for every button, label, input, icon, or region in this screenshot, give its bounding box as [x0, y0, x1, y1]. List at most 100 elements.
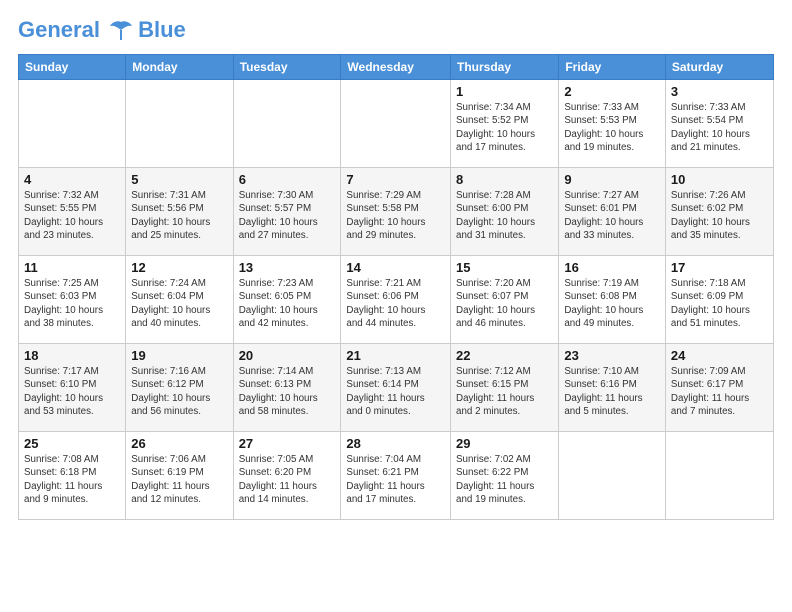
- day-number: 13: [239, 260, 336, 275]
- day-info: Sunrise: 7:04 AM Sunset: 6:21 PM Dayligh…: [346, 453, 445, 506]
- day-number: 19: [131, 348, 227, 363]
- day-info: Sunrise: 7:21 AM Sunset: 6:06 PM Dayligh…: [346, 277, 445, 330]
- week-row-0: 1 Sunrise: 7:34 AM Sunset: 5:52 PM Daylig…: [19, 80, 774, 168]
- calendar-cell: 11Sunrise: 7:25 AM Sunset: 6:03 PM Dayli…: [19, 256, 126, 344]
- calendar-cell: 28 Sunrise: 7:04 AM Sunset: 6:21 PM Dayli…: [341, 432, 451, 520]
- day-info: Sunrise: 7:14 AM Sunset: 6:13 PM Dayligh…: [239, 365, 336, 418]
- day-info: Sunrise: 7:08 AM Sunset: 6:18 PM Dayligh…: [24, 453, 120, 506]
- calendar-cell: 16 Sunrise: 7:19 AM Sunset: 6:08 PM Dayli…: [559, 256, 666, 344]
- calendar-cell: 4 Sunrise: 7:32 AM Sunset: 5:55 PM Daylig…: [19, 168, 126, 256]
- day-number: 8: [456, 172, 553, 187]
- day-info: Sunrise: 7:06 AM Sunset: 6:19 PM Dayligh…: [131, 453, 227, 506]
- day-number: 24: [671, 348, 768, 363]
- weekday-header-saturday: Saturday: [665, 55, 773, 80]
- weekday-header-wednesday: Wednesday: [341, 55, 451, 80]
- day-number: 18: [24, 348, 120, 363]
- day-info: Sunrise: 7:23 AM Sunset: 6:05 PM Dayligh…: [239, 277, 336, 330]
- calendar-cell: 9Sunrise: 7:27 AM Sunset: 6:01 PM Daylig…: [559, 168, 666, 256]
- day-info: Sunrise: 7:29 AM Sunset: 5:58 PM Dayligh…: [346, 189, 445, 242]
- weekday-header-row: SundayMondayTuesdayWednesdayThursdayFrid…: [19, 55, 774, 80]
- calendar-cell: 15 Sunrise: 7:20 AM Sunset: 6:07 PM Dayli…: [451, 256, 559, 344]
- calendar-cell: 8 Sunrise: 7:28 AM Sunset: 6:00 PM Daylig…: [451, 168, 559, 256]
- day-number: 21: [346, 348, 445, 363]
- calendar-cell: 7 Sunrise: 7:29 AM Sunset: 5:58 PM Daylig…: [341, 168, 451, 256]
- day-number: 17: [671, 260, 768, 275]
- day-number: 7: [346, 172, 445, 187]
- week-row-3: 18 Sunrise: 7:17 AM Sunset: 6:10 PM Dayli…: [19, 344, 774, 432]
- day-number: 2: [564, 84, 660, 99]
- calendar-cell: 23 Sunrise: 7:10 AM Sunset: 6:16 PM Dayli…: [559, 344, 666, 432]
- calendar-cell: 19 Sunrise: 7:16 AM Sunset: 6:12 PM Dayli…: [126, 344, 233, 432]
- day-number: 3: [671, 84, 768, 99]
- calendar-cell: 1 Sunrise: 7:34 AM Sunset: 5:52 PM Daylig…: [451, 80, 559, 168]
- day-info: Sunrise: 7:19 AM Sunset: 6:08 PM Dayligh…: [564, 277, 660, 330]
- calendar-cell: 25 Sunrise: 7:08 AM Sunset: 6:18 PM Dayli…: [19, 432, 126, 520]
- calendar-table: SundayMondayTuesdayWednesdayThursdayFrid…: [18, 54, 774, 520]
- weekday-header-sunday: Sunday: [19, 55, 126, 80]
- day-info: Sunrise: 7:09 AM Sunset: 6:17 PM Dayligh…: [671, 365, 768, 418]
- calendar-cell: 27 Sunrise: 7:05 AM Sunset: 6:20 PM Dayli…: [233, 432, 341, 520]
- calendar-cell: 21 Sunrise: 7:13 AM Sunset: 6:14 PM Dayli…: [341, 344, 451, 432]
- day-number: 10: [671, 172, 768, 187]
- calendar-cell: 20 Sunrise: 7:14 AM Sunset: 6:13 PM Dayli…: [233, 344, 341, 432]
- day-number: 4: [24, 172, 120, 187]
- calendar-cell: 12 Sunrise: 7:24 AM Sunset: 6:04 PM Dayli…: [126, 256, 233, 344]
- calendar-cell: 14 Sunrise: 7:21 AM Sunset: 6:06 PM Dayli…: [341, 256, 451, 344]
- calendar-cell: 13 Sunrise: 7:23 AM Sunset: 6:05 PM Dayli…: [233, 256, 341, 344]
- calendar-cell: 6 Sunrise: 7:30 AM Sunset: 5:57 PM Daylig…: [233, 168, 341, 256]
- day-info: Sunrise: 7:31 AM Sunset: 5:56 PM Dayligh…: [131, 189, 227, 242]
- day-info: Sunrise: 7:10 AM Sunset: 6:16 PM Dayligh…: [564, 365, 660, 418]
- calendar-container: General Blue SundayMondayTuesdayWednesda…: [0, 0, 792, 530]
- day-info: Sunrise: 7:17 AM Sunset: 6:10 PM Dayligh…: [24, 365, 120, 418]
- logo-text: General: [18, 18, 134, 42]
- week-row-2: 11Sunrise: 7:25 AM Sunset: 6:03 PM Dayli…: [19, 256, 774, 344]
- calendar-cell: [559, 432, 666, 520]
- day-info: Sunrise: 7:05 AM Sunset: 6:20 PM Dayligh…: [239, 453, 336, 506]
- calendar-cell: 3 Sunrise: 7:33 AM Sunset: 5:54 PM Daylig…: [665, 80, 773, 168]
- logo-bird-icon: [108, 20, 134, 42]
- day-info: Sunrise: 7:16 AM Sunset: 6:12 PM Dayligh…: [131, 365, 227, 418]
- day-info: Sunrise: 7:20 AM Sunset: 6:07 PM Dayligh…: [456, 277, 553, 330]
- weekday-header-friday: Friday: [559, 55, 666, 80]
- day-number: 27: [239, 436, 336, 451]
- day-number: 12: [131, 260, 227, 275]
- day-number: 23: [564, 348, 660, 363]
- calendar-cell: 29Sunrise: 7:02 AM Sunset: 6:22 PM Dayli…: [451, 432, 559, 520]
- day-number: 26: [131, 436, 227, 451]
- day-info: Sunrise: 7:13 AM Sunset: 6:14 PM Dayligh…: [346, 365, 445, 418]
- day-number: 15: [456, 260, 553, 275]
- day-number: 1: [456, 84, 553, 99]
- day-info: Sunrise: 7:33 AM Sunset: 5:54 PM Dayligh…: [671, 101, 768, 154]
- day-number: 16: [564, 260, 660, 275]
- calendar-cell: 2Sunrise: 7:33 AM Sunset: 5:53 PM Daylig…: [559, 80, 666, 168]
- calendar-cell: [341, 80, 451, 168]
- day-number: 6: [239, 172, 336, 187]
- week-row-4: 25 Sunrise: 7:08 AM Sunset: 6:18 PM Dayli…: [19, 432, 774, 520]
- day-info: Sunrise: 7:24 AM Sunset: 6:04 PM Dayligh…: [131, 277, 227, 330]
- day-info: Sunrise: 7:34 AM Sunset: 5:52 PM Dayligh…: [456, 101, 553, 154]
- day-number: 20: [239, 348, 336, 363]
- day-info: Sunrise: 7:30 AM Sunset: 5:57 PM Dayligh…: [239, 189, 336, 242]
- day-info: Sunrise: 7:18 AM Sunset: 6:09 PM Dayligh…: [671, 277, 768, 330]
- calendar-cell: [19, 80, 126, 168]
- header: General Blue: [18, 18, 774, 42]
- day-number: 5: [131, 172, 227, 187]
- calendar-cell: 10Sunrise: 7:26 AM Sunset: 6:02 PM Dayli…: [665, 168, 773, 256]
- day-number: 28: [346, 436, 445, 451]
- day-number: 25: [24, 436, 120, 451]
- calendar-cell: [665, 432, 773, 520]
- calendar-cell: [233, 80, 341, 168]
- day-number: 14: [346, 260, 445, 275]
- weekday-header-tuesday: Tuesday: [233, 55, 341, 80]
- weekday-header-monday: Monday: [126, 55, 233, 80]
- calendar-cell: 17 Sunrise: 7:18 AM Sunset: 6:09 PM Dayli…: [665, 256, 773, 344]
- calendar-cell: 26 Sunrise: 7:06 AM Sunset: 6:19 PM Dayli…: [126, 432, 233, 520]
- calendar-cell: 18 Sunrise: 7:17 AM Sunset: 6:10 PM Dayli…: [19, 344, 126, 432]
- calendar-cell: 24 Sunrise: 7:09 AM Sunset: 6:17 PM Dayli…: [665, 344, 773, 432]
- day-info: Sunrise: 7:32 AM Sunset: 5:55 PM Dayligh…: [24, 189, 120, 242]
- calendar-cell: 5 Sunrise: 7:31 AM Sunset: 5:56 PM Daylig…: [126, 168, 233, 256]
- day-number: 22: [456, 348, 553, 363]
- day-info: Sunrise: 7:28 AM Sunset: 6:00 PM Dayligh…: [456, 189, 553, 242]
- day-info: Sunrise: 7:25 AM Sunset: 6:03 PM Dayligh…: [24, 277, 120, 330]
- logo-general: General: [18, 17, 100, 42]
